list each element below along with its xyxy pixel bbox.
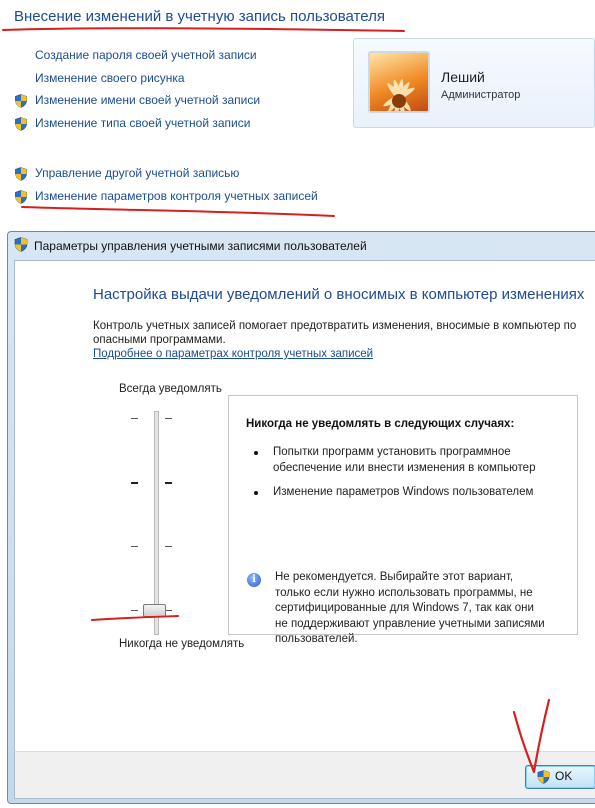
info-title: Никогда не уведомлять в следующих случая…: [246, 418, 515, 430]
task-link-0[interactable]: Создание пароля своей учетной записи: [35, 48, 257, 62]
info-bullet-line: Попытки программ установить программное: [273, 446, 511, 458]
slider-track[interactable]: [154, 411, 159, 635]
info-icon: i: [247, 573, 261, 587]
shield-icon: [15, 94, 27, 108]
warning-line: не поддерживают управление учетными запи…: [275, 617, 545, 630]
task-link-2[interactable]: Изменение имени своей учетной записи: [35, 93, 260, 107]
dialog-shield-icon: [14, 237, 28, 252]
page-title: Внесение изменений в учетную запись поль…: [14, 8, 385, 25]
warning-line: Не рекомендуется. Выбирайте этот вариант…: [275, 571, 514, 583]
underline-title-mark: [2, 27, 405, 32]
user-name: Леший: [441, 69, 485, 85]
dialog-content: Настройка выдачи уведомлений о вносимых …: [14, 260, 595, 752]
slider-tick: [165, 482, 172, 484]
task-link-3[interactable]: Изменение типа своей учетной записи: [35, 116, 250, 130]
description-line: опасными программами.: [93, 334, 226, 346]
slider-tick: [165, 610, 172, 611]
slider-top-label: Всегда уведомлять: [119, 383, 222, 395]
shield-icon: [537, 770, 550, 784]
info-box: Никогда не уведомлять в следующих случая…: [228, 395, 578, 645]
info-bullet-line: обеспечение или внести изменения в компь…: [273, 462, 536, 474]
warning-text: Не рекомендуется. Выбирайте этот вариант…: [275, 570, 545, 648]
bullet-dot: [254, 491, 258, 495]
dialog-footer: OK: [14, 751, 595, 799]
slider-thumb[interactable]: [143, 604, 166, 617]
flower-picture-icon: [383, 79, 415, 111]
user-avatar: [368, 51, 430, 113]
slider-tick: [131, 418, 138, 419]
user-card: Леший Администратор: [353, 38, 595, 128]
info-bullet-line: Изменение параметров Windows пользовател…: [273, 486, 534, 498]
info-bullet: Изменение параметров Windows пользовател…: [273, 484, 533, 500]
slider-tick: [165, 418, 172, 419]
warning-line: пользователей.: [275, 633, 358, 645]
warning-line: только если нужно использовать программы…: [275, 586, 533, 599]
slider-tick: [165, 546, 172, 547]
user-role: Администратор: [441, 89, 521, 101]
ok-button[interactable]: OK: [525, 765, 595, 789]
shield-icon: [15, 117, 27, 131]
description-line: Контроль учетных записей помогает предот…: [93, 320, 577, 332]
task-link-1[interactable]: Изменение своего рисунка: [35, 71, 185, 85]
task-link-5[interactable]: Изменение параметров контроля учетных за…: [35, 189, 318, 203]
slider-tick: [131, 482, 138, 484]
slider-tick: [131, 546, 138, 547]
slider-tick: [131, 610, 138, 611]
warning-line: сертифицированные для Windows 7, так как…: [275, 602, 534, 614]
underline-uac-link-mark: [21, 206, 335, 217]
ok-button-label: OK: [555, 769, 573, 783]
bullet-dot: [254, 451, 258, 455]
shield-icon: [15, 167, 27, 181]
uac-dialog: Параметры управления учетными записями п…: [7, 231, 595, 804]
dialog-heading: Настройка выдачи уведомлений о вносимых …: [93, 286, 585, 303]
dialog-description: Контроль учетных записей помогает предот…: [93, 319, 576, 347]
shield-icon: [15, 190, 27, 204]
task-link-4[interactable]: Управление другой учетной записью: [35, 166, 239, 180]
more-info-link[interactable]: Подробнее о параметрах контроля учетных …: [93, 348, 373, 360]
dialog-title: Параметры управления учетными записями п…: [34, 239, 367, 253]
slider-bottom-label: Никогда не уведомлять: [119, 638, 245, 650]
info-bullet: Попытки программ установить программное …: [273, 444, 535, 476]
